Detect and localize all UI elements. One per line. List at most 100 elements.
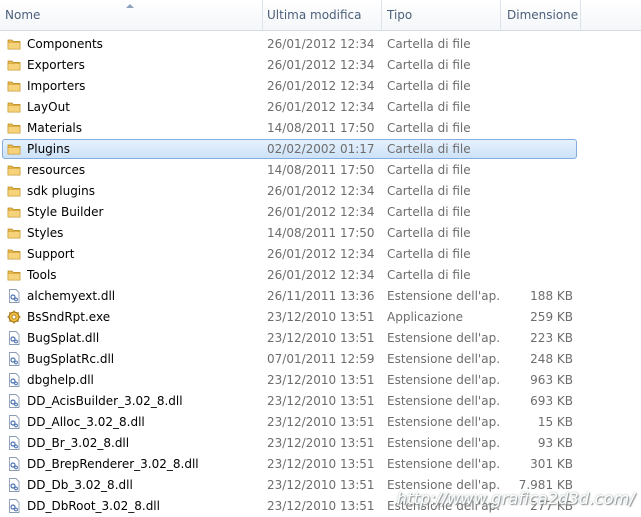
file-row[interactable]: Styles 14/08/2011 17:50 Cartella di file (0, 223, 641, 244)
file-size (505, 34, 573, 55)
dll-file-icon (7, 331, 21, 345)
dll-file-icon (7, 436, 21, 450)
file-row[interactable]: sdk plugins 26/01/2012 12:34 Cartella di f… (0, 181, 641, 202)
file-name: Tools (27, 268, 57, 282)
column-header-size[interactable]: Dimensione (502, 0, 580, 30)
column-header-name-label: Nome (5, 8, 41, 22)
file-row[interactable]: Plugins 02/02/2002 01:17 Cartella di file (0, 139, 641, 160)
file-type: Cartella di file (387, 205, 471, 219)
file-type: Cartella di file (387, 226, 471, 240)
column-header-size-label: Dimensione (507, 8, 579, 22)
column-header-type-label: Tipo (387, 8, 413, 22)
file-size: 259 KB (530, 310, 573, 324)
file-size (505, 265, 573, 286)
file-modified-date: 23/12/2010 13:51 (267, 436, 375, 450)
folder-icon (7, 163, 21, 177)
dll-file-icon (7, 415, 21, 429)
file-type: Estensione dell'ap... (387, 394, 499, 408)
file-name: BsSndRpt.exe (27, 310, 111, 324)
file-row[interactable]: Style Builder 26/01/2012 12:34 Cartella di… (0, 202, 641, 223)
file-row[interactable]: Importers 26/01/2012 12:34 Cartella di fil… (0, 76, 641, 97)
file-row[interactable]: BugSplat.dll 23/12/2010 13:51 Estensione d… (0, 328, 641, 349)
folder-icon (7, 58, 21, 72)
file-name: DD_AcisBuilder_3.02_8.dll (27, 394, 183, 408)
file-modified-date: 23/12/2010 13:51 (267, 331, 375, 345)
file-name: DD_Alloc_3.02_8.dll (27, 415, 145, 429)
file-size (505, 76, 573, 97)
file-name: Materials (27, 121, 83, 135)
folder-icon (7, 121, 21, 135)
file-row[interactable]: dbghelp.dll 23/12/2010 13:51 Estensione de… (0, 370, 641, 391)
column-divider[interactable] (580, 0, 581, 30)
file-name: Style Builder (27, 205, 104, 219)
file-modified-date: 14/08/2011 17:50 (267, 121, 375, 135)
file-row[interactable]: DD_Alloc_3.02_8.dll 23/12/2010 13:51 Esten… (0, 412, 641, 433)
file-type: Cartella di file (387, 79, 471, 93)
file-size (505, 160, 573, 181)
file-modified-date: 26/01/2012 12:34 (267, 184, 375, 198)
file-size: 963 KB (530, 373, 573, 387)
file-modified-date: 26/01/2012 12:34 (267, 79, 375, 93)
folder-icon (7, 205, 21, 219)
file-row[interactable]: resources 14/08/2011 17:50 Cartella di fil… (0, 160, 641, 181)
file-size (505, 55, 573, 76)
file-modified-date: 23/12/2010 13:51 (267, 310, 375, 324)
file-name: sdk plugins (27, 184, 95, 198)
file-row[interactable]: DD_BrepRenderer_3.02_8.dll 23/12/2010 13:… (0, 454, 641, 475)
file-row[interactable]: BugSplatRc.dll 07/01/2011 12:59 Estensione… (0, 349, 641, 370)
file-modified-date: 02/02/2002 01:17 (267, 142, 375, 156)
file-type: Cartella di file (387, 37, 471, 51)
file-row[interactable]: Tools 26/01/2012 12:34 Cartella di file (0, 265, 641, 286)
file-row[interactable]: DD_AcisBuilder_3.02_8.dll 23/12/2010 13:5… (0, 391, 641, 412)
file-modified-date: 26/01/2012 12:34 (267, 58, 375, 72)
file-row[interactable]: Support 26/01/2012 12:34 Cartella di file (0, 244, 641, 265)
folder-icon (7, 79, 21, 93)
file-size (505, 244, 573, 265)
file-type: Estensione dell'ap... (387, 289, 499, 303)
file-size (505, 181, 573, 202)
file-row[interactable]: alchemyext.dll 26/11/2011 13:36 Estensione… (0, 286, 641, 307)
column-header-name[interactable]: Nome (0, 0, 262, 30)
file-modified-date: 23/12/2010 13:51 (267, 457, 375, 471)
file-size: 693 KB (530, 394, 573, 408)
file-modified-date: 14/08/2011 17:50 (267, 163, 375, 177)
folder-icon (7, 100, 21, 114)
file-name: Importers (27, 79, 86, 93)
file-size (505, 97, 573, 118)
file-size: 223 KB (530, 331, 573, 345)
column-header-bar: Nome Ultima modifica Tipo Dimensione (0, 0, 641, 31)
file-modified-date: 26/01/2012 12:34 (267, 247, 375, 261)
exe-gear-icon (7, 310, 21, 324)
file-name: dbghelp.dll (27, 373, 94, 387)
file-type: Estensione dell'ap... (387, 415, 499, 429)
file-name: BugSplat.dll (27, 331, 100, 345)
file-name: Components (27, 37, 103, 51)
folder-icon (7, 142, 21, 156)
file-row[interactable]: Components 26/01/2012 12:34 Cartella di fi… (0, 34, 641, 55)
file-name: BugSplatRc.dll (27, 352, 115, 366)
file-row[interactable]: Exporters 26/01/2012 12:34 Cartella di fil… (0, 55, 641, 76)
file-name: DD_Db_3.02_8.dll (27, 478, 133, 492)
file-row[interactable]: BsSndRpt.exe 23/12/2010 13:51 Applicazione… (0, 307, 641, 328)
sort-ascending-icon (126, 4, 134, 8)
file-size (505, 223, 573, 244)
file-type: Estensione dell'ap... (387, 352, 499, 366)
file-type: Estensione dell'ap... (387, 331, 499, 345)
file-modified-date: 07/01/2011 12:59 (267, 352, 375, 366)
file-name: DD_Br_3.02_8.dll (27, 436, 130, 450)
file-modified-date: 26/01/2012 12:34 (267, 268, 375, 282)
column-header-modified[interactable]: Ultima modifica (262, 0, 381, 30)
dll-file-icon (7, 352, 21, 366)
column-header-type[interactable]: Tipo (382, 0, 501, 30)
file-name: DD_DbRoot_3.02_8.dll (27, 499, 160, 513)
folder-icon (7, 247, 21, 261)
dll-file-icon (7, 373, 21, 387)
file-row[interactable]: Materials 14/08/2011 17:50 Cartella di fil… (0, 118, 641, 139)
file-modified-date: 23/12/2010 13:51 (267, 499, 375, 513)
column-divider[interactable] (500, 0, 501, 30)
file-modified-date: 26/11/2011 13:36 (267, 289, 375, 303)
file-row[interactable]: DD_Br_3.02_8.dll 23/12/2010 13:51 Estensio… (0, 433, 641, 454)
file-row[interactable]: LayOut 26/01/2012 12:34 Cartella di file (0, 97, 641, 118)
file-modified-date: 26/01/2012 12:34 (267, 205, 375, 219)
dll-file-icon (7, 457, 21, 471)
